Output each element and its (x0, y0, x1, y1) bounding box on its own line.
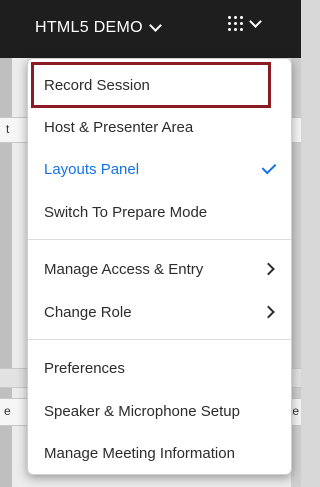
menu-item-switch-to-prepare-mode[interactable]: Switch To Prepare Mode (28, 192, 291, 232)
menu-item-label: Record Session (44, 76, 150, 94)
background-text-fragment: e (4, 404, 11, 418)
background-text-fragment: t (6, 122, 10, 136)
menu-item-label: Speaker & Microphone Setup (44, 402, 240, 420)
chevron-right-icon (262, 261, 275, 278)
menu-item-change-role[interactable]: Change Role (28, 292, 291, 332)
menu-divider (28, 339, 291, 340)
menu-item-label: Manage Meeting Information (44, 444, 235, 462)
checkmark-icon (261, 159, 277, 178)
menu-item-label: Manage Access & Entry (44, 260, 204, 278)
menu-divider (28, 239, 291, 240)
menu-item-label: Change Role (44, 303, 132, 321)
chevron-right-icon (262, 304, 275, 321)
grid-icon (228, 16, 243, 31)
menu-item-label: Preferences (44, 359, 125, 377)
top-bar: HTML5 DEMO (0, 0, 301, 58)
meeting-menu-button[interactable]: HTML5 DEMO (35, 19, 162, 37)
menu-item-speaker-microphone-setup[interactable]: Speaker & Microphone Setup (28, 391, 291, 431)
chevron-down-icon (249, 14, 262, 28)
menu-item-label: Switch To Prepare Mode (44, 203, 208, 221)
menu-item-record-session[interactable]: Record Session (28, 65, 291, 105)
menu-item-manage-access-entry[interactable]: Manage Access & Entry (28, 249, 291, 289)
chevron-down-icon (149, 19, 162, 32)
menu-item-host-presenter-area[interactable]: Host & Presenter Area (28, 107, 291, 147)
meeting-dropdown-menu: Record Session Host & Presenter Area Lay… (27, 58, 292, 475)
menu-item-layouts-panel[interactable]: Layouts Panel (28, 149, 291, 189)
menu-item-label: Layouts Panel (44, 160, 140, 178)
menu-item-manage-meeting-information[interactable]: Manage Meeting Information (28, 433, 291, 473)
meeting-title: HTML5 DEMO (35, 19, 143, 36)
menu-item-label: Host & Presenter Area (44, 118, 194, 136)
menu-item-preferences[interactable]: Preferences (28, 348, 291, 388)
apps-menu-button[interactable] (228, 14, 262, 31)
